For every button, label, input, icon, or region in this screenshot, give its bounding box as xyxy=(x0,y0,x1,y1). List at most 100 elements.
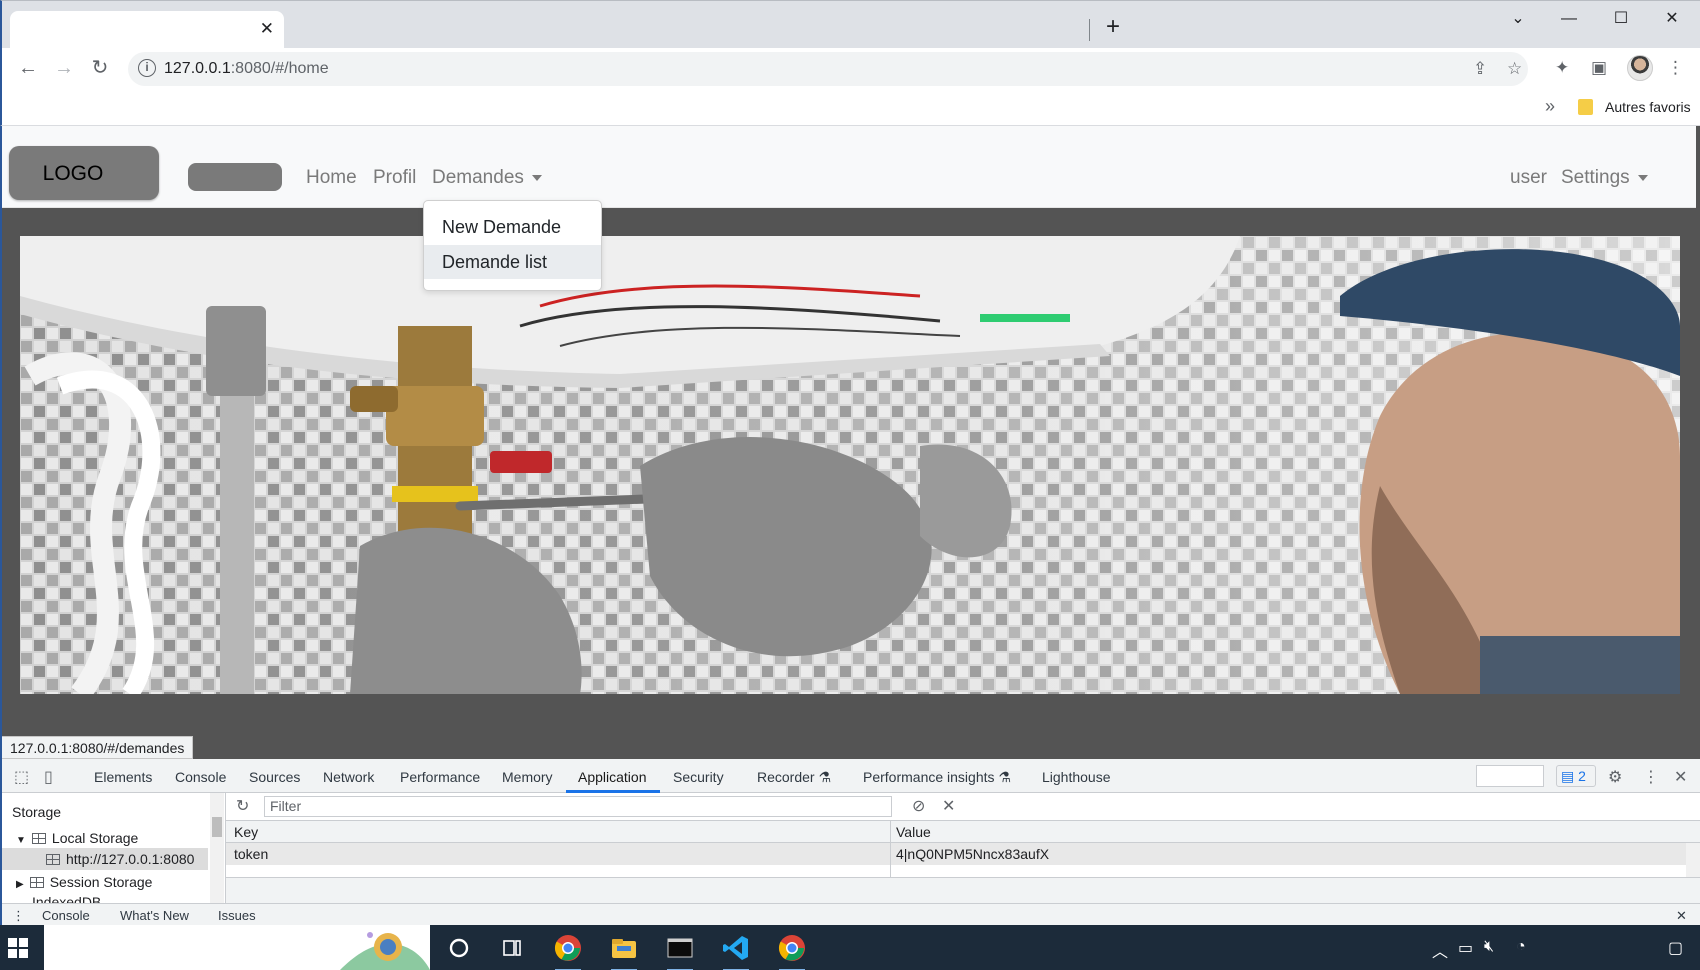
table-scrollbar[interactable] xyxy=(1686,843,1700,877)
nav-user[interactable]: user xyxy=(1510,167,1547,189)
table-header: Key Value xyxy=(226,821,1700,843)
inspect-icon[interactable]: ⬚ xyxy=(14,767,29,787)
issues-counter-button[interactable]: ▤ 2 xyxy=(1556,765,1596,787)
menu-kebab-icon[interactable]: ⋮ xyxy=(1667,58,1684,78)
triangle-down-icon[interactable]: ▼ xyxy=(16,835,26,846)
devtools-close-icon[interactable]: ✕ xyxy=(1674,767,1687,787)
volume-muted-icon[interactable]: 🔇︎ xyxy=(1484,938,1494,956)
devtools-menu-kebab-icon[interactable]: ⋮ xyxy=(1643,767,1659,787)
tree-local-storage[interactable]: ▼ Local Storage xyxy=(16,830,138,846)
back-arrow-icon[interactable]: ← xyxy=(16,57,40,79)
task-view-icon[interactable] xyxy=(497,933,527,963)
devtools-tab-security[interactable]: Security xyxy=(673,769,724,785)
experiment-flask-icon: ⚗ xyxy=(998,769,1011,785)
address-url: 127.0.0.1:8080/#/home xyxy=(164,60,329,77)
devtools-tab-performance-insights[interactable]: Performance insights ⚗ xyxy=(863,769,1011,786)
bookmarks-overflow-chevron[interactable]: » xyxy=(1545,96,1555,117)
column-divider xyxy=(890,821,891,877)
side-panel-icon[interactable]: ▣ xyxy=(1591,58,1607,78)
drawer-tab-console[interactable]: Console xyxy=(42,908,90,923)
devtools-tab-console[interactable]: Console xyxy=(175,769,226,785)
column-value[interactable]: Value xyxy=(896,824,931,840)
search-highlight-illustration xyxy=(340,925,430,970)
star-icon[interactable]: ☆ xyxy=(1507,59,1522,79)
tray-chevron-up-icon[interactable]: ︿ xyxy=(1432,938,1448,962)
devtools-tab-application[interactable]: Application xyxy=(578,769,647,785)
devtools-tab-lighthouse[interactable]: Lighthouse xyxy=(1042,769,1111,785)
wifi-icon[interactable]: ◔ xyxy=(1516,938,1526,956)
maximize-button[interactable]: ☐ xyxy=(1606,9,1636,29)
info-icon[interactable]: i xyxy=(138,59,156,77)
storage-grid-icon xyxy=(31,833,46,844)
browser-tab[interactable]: ✕ xyxy=(10,11,284,49)
tab-close-button[interactable]: ✕ xyxy=(260,20,274,38)
forward-arrow-icon[interactable]: → xyxy=(52,57,76,79)
tree-origin-item[interactable]: http://127.0.0.1:8080 xyxy=(2,848,208,870)
file-explorer-icon[interactable] xyxy=(609,933,639,970)
clear-icon[interactable]: ⊘ xyxy=(912,796,925,816)
application-sidebar: Storage ▼ Local Storage http://127.0.0.1:… xyxy=(2,793,226,903)
table-row-partial[interactable] xyxy=(226,865,1686,875)
nav-demandes-toggle[interactable]: Demandes xyxy=(432,167,542,189)
share-icon[interactable]: ⇪ xyxy=(1473,59,1487,79)
windows-start-icon[interactable] xyxy=(8,938,28,958)
chrome-icon-second-window[interactable] xyxy=(777,933,807,970)
nav-home[interactable]: Home xyxy=(306,167,357,189)
nav-settings-toggle[interactable]: Settings xyxy=(1561,167,1648,189)
drawer-close-icon[interactable]: ✕ xyxy=(1676,908,1687,924)
notifications-icon[interactable]: ▢ xyxy=(1668,938,1683,958)
extensions-icon[interactable]: ✦ xyxy=(1555,58,1569,78)
cortana-icon[interactable] xyxy=(444,933,474,963)
dropdown-item-new-demande[interactable]: New Demande xyxy=(424,210,601,244)
devtools-search-box[interactable] xyxy=(1476,765,1544,787)
refresh-icon[interactable]: ↻ xyxy=(236,796,249,816)
window-close-button[interactable]: ✕ xyxy=(1657,9,1687,29)
address-bar[interactable]: i 127.0.0.1:8080/#/home ⇪ ☆ xyxy=(128,52,1528,86)
issues-count: 2 xyxy=(1578,768,1586,784)
dropdown-item-demande-list[interactable]: Demande list xyxy=(424,245,601,279)
experiment-flask-icon: ⚗ xyxy=(818,769,832,785)
drawer-tab-whats-new[interactable]: What's New xyxy=(120,908,189,923)
sidebar-scroll-thumb[interactable] xyxy=(212,817,222,837)
device-icon[interactable]: ▯ xyxy=(44,767,53,787)
devtools-tab-memory[interactable]: Memory xyxy=(502,769,553,785)
bookmark-other-favorites[interactable]: Autres favoris xyxy=(1605,99,1691,115)
gear-icon[interactable]: ⚙ xyxy=(1608,767,1622,787)
message-icon: ▤ xyxy=(1561,768,1575,784)
reload-icon[interactable]: ↻ xyxy=(88,57,112,79)
nav-profil[interactable]: Profil xyxy=(373,167,416,189)
profile-avatar-icon[interactable] xyxy=(1627,55,1653,81)
devtools-tab-sources[interactable]: Sources xyxy=(249,769,300,785)
devtools-tab-elements[interactable]: Elements xyxy=(94,769,152,785)
sidebar-scrollbar[interactable] xyxy=(210,793,224,903)
new-tab-button[interactable]: + xyxy=(1106,15,1120,39)
devtools-tab-recorder[interactable]: Recorder ⚗ xyxy=(757,769,831,786)
devtools-tab-performance[interactable]: Performance xyxy=(400,769,480,785)
caret-down-icon xyxy=(1637,174,1648,181)
table-row[interactable]: token 4|nQ0NPM5Nncx83aufX xyxy=(226,843,1686,865)
terminal-icon[interactable] xyxy=(665,933,695,970)
filter-input[interactable]: Filter xyxy=(264,796,892,817)
minimize-button[interactable]: — xyxy=(1554,9,1584,29)
page-viewport: LOGO Home Profil Demandes user Settings xyxy=(0,126,1700,759)
taskbar-search-box[interactable] xyxy=(44,925,430,970)
drawer-tab-issues[interactable]: Issues xyxy=(218,908,256,923)
drawer-menu-icon[interactable]: ⋮ xyxy=(12,908,25,924)
battery-icon[interactable]: ▭ xyxy=(1458,938,1473,958)
column-key[interactable]: Key xyxy=(234,824,258,840)
tree-indexeddb[interactable]: IndexedDB xyxy=(32,894,101,903)
redacted-nav-item xyxy=(188,163,282,191)
site-navbar: LOGO Home Profil Demandes user Settings xyxy=(2,126,1696,208)
devtools-tab-network[interactable]: Network xyxy=(323,769,374,785)
tab-search-button[interactable]: ⌄ xyxy=(1503,9,1533,29)
tree-session-storage[interactable]: ▶ Session Storage xyxy=(16,874,152,890)
delete-selected-icon[interactable]: ✕ xyxy=(942,796,955,816)
row-key: token xyxy=(234,846,269,862)
browser-tab-strip: ✕ + ⌄ — ☐ ✕ xyxy=(0,0,1700,49)
triangle-right-icon[interactable]: ▶ xyxy=(16,879,24,890)
site-logo[interactable]: LOGO xyxy=(9,146,159,200)
chrome-icon[interactable] xyxy=(553,933,583,970)
devtools-drawer: ⋮ Console What's New Issues ✕ xyxy=(2,903,1700,925)
storage-header: Storage xyxy=(12,804,62,820)
vscode-icon[interactable] xyxy=(721,933,751,970)
